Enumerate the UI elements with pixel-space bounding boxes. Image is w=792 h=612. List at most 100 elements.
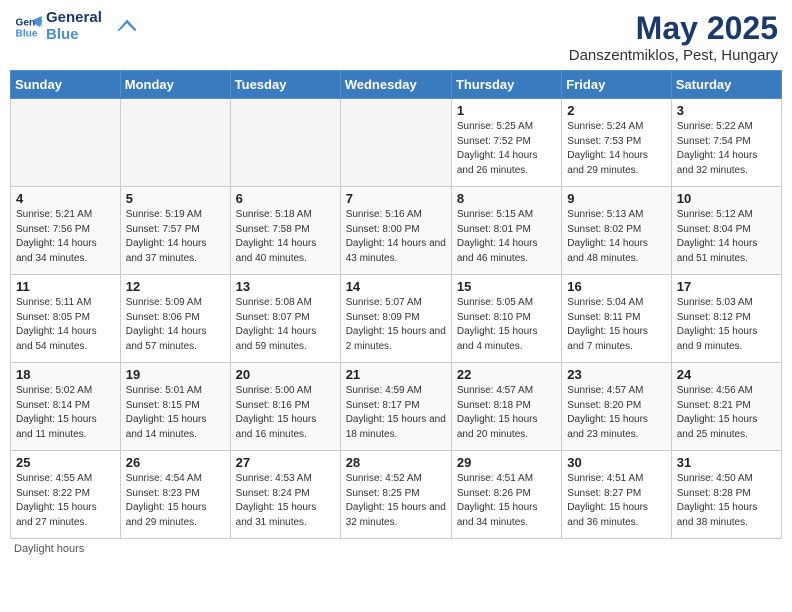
day-info: Sunrise: 5:25 AMSunset: 7:52 PMDaylight:… (457, 120, 556, 178)
calendar-cell (340, 99, 451, 187)
day-info: Sunrise: 5:00 AMSunset: 8:16 PMDaylight:… (236, 384, 335, 442)
day-number: 28 (346, 455, 446, 470)
calendar-cell: 20 Sunrise: 5:00 AMSunset: 8:16 PMDayligh… (230, 363, 340, 451)
logo: General Blue General Blue (14, 10, 136, 43)
day-info: Sunrise: 5:03 AMSunset: 8:12 PMDaylight:… (677, 296, 776, 354)
day-header-tuesday: Tuesday (230, 71, 340, 99)
day-number: 22 (457, 367, 556, 382)
day-number: 20 (236, 367, 335, 382)
day-info: Sunrise: 5:05 AMSunset: 8:10 PMDaylight:… (457, 296, 556, 354)
logo-icon: General Blue (14, 13, 42, 41)
calendar-cell: 4 Sunrise: 5:21 AMSunset: 7:56 PMDaylight… (11, 187, 121, 275)
day-info: Sunrise: 5:04 AMSunset: 8:11 PMDaylight:… (567, 296, 665, 354)
calendar-table: SundayMondayTuesdayWednesdayThursdayFrid… (10, 70, 782, 539)
calendar-cell: 11 Sunrise: 5:11 AMSunset: 8:05 PMDayligh… (11, 275, 121, 363)
day-info: Sunrise: 4:57 AMSunset: 8:18 PMDaylight:… (457, 384, 556, 442)
day-info: Sunrise: 5:19 AMSunset: 7:57 PMDaylight:… (126, 208, 225, 266)
day-info: Sunrise: 4:56 AMSunset: 8:21 PMDaylight:… (677, 384, 776, 442)
week-row-1: 1 Sunrise: 5:25 AMSunset: 7:52 PMDaylight… (11, 99, 782, 187)
week-row-4: 18 Sunrise: 5:02 AMSunset: 8:14 PMDayligh… (11, 363, 782, 451)
calendar-cell: 24 Sunrise: 4:56 AMSunset: 8:21 PMDayligh… (671, 363, 781, 451)
day-info: Sunrise: 5:11 AMSunset: 8:05 PMDaylight:… (16, 296, 115, 354)
calendar-cell: 18 Sunrise: 5:02 AMSunset: 8:14 PMDayligh… (11, 363, 121, 451)
calendar-cell: 6 Sunrise: 5:18 AMSunset: 7:58 PMDaylight… (230, 187, 340, 275)
day-number: 4 (16, 191, 115, 206)
day-number: 18 (16, 367, 115, 382)
day-number: 21 (346, 367, 446, 382)
calendar-cell: 17 Sunrise: 5:03 AMSunset: 8:12 PMDayligh… (671, 275, 781, 363)
calendar-cell: 8 Sunrise: 5:15 AMSunset: 8:01 PMDaylight… (451, 187, 561, 275)
day-info: Sunrise: 4:54 AMSunset: 8:23 PMDaylight:… (126, 472, 225, 530)
day-info: Sunrise: 4:57 AMSunset: 8:20 PMDaylight:… (567, 384, 665, 442)
day-info: Sunrise: 4:51 AMSunset: 8:26 PMDaylight:… (457, 472, 556, 530)
day-number: 26 (126, 455, 225, 470)
day-number: 12 (126, 279, 225, 294)
week-row-5: 25 Sunrise: 4:55 AMSunset: 8:22 PMDayligh… (11, 451, 782, 539)
title-block: May 2025 Danszentmiklos, Pest, Hungary (569, 10, 778, 64)
logo-wave-icon (106, 15, 136, 39)
day-number: 31 (677, 455, 776, 470)
days-header-row: SundayMondayTuesdayWednesdayThursdayFrid… (11, 71, 782, 99)
calendar-cell: 2 Sunrise: 5:24 AMSunset: 7:53 PMDaylight… (562, 99, 671, 187)
day-info: Sunrise: 5:15 AMSunset: 8:01 PMDaylight:… (457, 208, 556, 266)
day-info: Sunrise: 5:21 AMSunset: 7:56 PMDaylight:… (16, 208, 115, 266)
day-number: 29 (457, 455, 556, 470)
day-header-wednesday: Wednesday (340, 71, 451, 99)
calendar-cell (230, 99, 340, 187)
calendar-cell (11, 99, 121, 187)
calendar-cell: 27Sunrise: 4:53 AMSunset: 8:24 PMDayligh… (230, 451, 340, 539)
day-number: 11 (16, 279, 115, 294)
day-info: Sunrise: 4:55 AMSunset: 8:22 PMDaylight:… (16, 472, 115, 530)
day-number: 13 (236, 279, 335, 294)
location: Danszentmiklos, Pest, Hungary (569, 47, 778, 64)
calendar-cell: 14Sunrise: 5:07 AMSunset: 8:09 PMDayligh… (340, 275, 451, 363)
footer-note: Daylight hours (10, 543, 782, 555)
day-number: 30 (567, 455, 665, 470)
calendar-cell: 12Sunrise: 5:09 AMSunset: 8:06 PMDayligh… (120, 275, 230, 363)
calendar-cell: 1 Sunrise: 5:25 AMSunset: 7:52 PMDaylight… (451, 99, 561, 187)
day-header-sunday: Sunday (11, 71, 121, 99)
day-info: Sunrise: 5:18 AMSunset: 7:58 PMDaylight:… (236, 208, 335, 266)
day-number: 24 (677, 367, 776, 382)
day-number: 27 (236, 455, 335, 470)
calendar-cell: 19Sunrise: 5:01 AMSunset: 8:15 PMDayligh… (120, 363, 230, 451)
daylight-label: Daylight hours (14, 543, 84, 555)
calendar-cell: 3Sunrise: 5:22 AMSunset: 7:54 PMDaylight… (671, 99, 781, 187)
calendar-cell: 23 Sunrise: 4:57 AMSunset: 8:20 PMDayligh… (562, 363, 671, 451)
day-number: 17 (677, 279, 776, 294)
day-number: 1 (457, 103, 556, 118)
day-info: Sunrise: 5:16 AMSunset: 8:00 PMDaylight:… (346, 208, 446, 266)
calendar-cell: 5Sunrise: 5:19 AMSunset: 7:57 PMDaylight… (120, 187, 230, 275)
calendar-cell: 21Sunrise: 4:59 AMSunset: 8:17 PMDayligh… (340, 363, 451, 451)
day-number: 23 (567, 367, 665, 382)
day-number: 7 (346, 191, 446, 206)
calendar-cell: 16 Sunrise: 5:04 AMSunset: 8:11 PMDayligh… (562, 275, 671, 363)
calendar-cell: 7 Sunrise: 5:16 AMSunset: 8:00 PMDaylight… (340, 187, 451, 275)
logo-blue: Blue (46, 27, 102, 44)
calendar-cell: 28 Sunrise: 4:52 AMSunset: 8:25 PMDayligh… (340, 451, 451, 539)
day-number: 2 (567, 103, 665, 118)
calendar-cell: 29 Sunrise: 4:51 AMSunset: 8:26 PMDayligh… (451, 451, 561, 539)
day-number: 6 (236, 191, 335, 206)
month-title: May 2025 (569, 10, 778, 47)
calendar-cell: 22 Sunrise: 4:57 AMSunset: 8:18 PMDayligh… (451, 363, 561, 451)
day-header-saturday: Saturday (671, 71, 781, 99)
day-info: Sunrise: 5:12 AMSunset: 8:04 PMDaylight:… (677, 208, 776, 266)
day-info: Sunrise: 4:51 AMSunset: 8:27 PMDaylight:… (567, 472, 665, 530)
day-number: 25 (16, 455, 115, 470)
day-number: 15 (457, 279, 556, 294)
day-info: Sunrise: 5:13 AMSunset: 8:02 PMDaylight:… (567, 208, 665, 266)
calendar-cell: 30 Sunrise: 4:51 AMSunset: 8:27 PMDayligh… (562, 451, 671, 539)
day-number: 8 (457, 191, 556, 206)
calendar-cell: 26 Sunrise: 4:54 AMSunset: 8:23 PMDayligh… (120, 451, 230, 539)
day-info: Sunrise: 5:22 AMSunset: 7:54 PMDaylight:… (677, 120, 776, 178)
day-info: Sunrise: 5:24 AMSunset: 7:53 PMDaylight:… (567, 120, 665, 178)
day-info: Sunrise: 5:02 AMSunset: 8:14 PMDaylight:… (16, 384, 115, 442)
day-number: 9 (567, 191, 665, 206)
calendar-cell: 13Sunrise: 5:08 AMSunset: 8:07 PMDayligh… (230, 275, 340, 363)
day-header-thursday: Thursday (451, 71, 561, 99)
day-info: Sunrise: 4:52 AMSunset: 8:25 PMDaylight:… (346, 472, 446, 530)
day-number: 16 (567, 279, 665, 294)
day-info: Sunrise: 4:50 AMSunset: 8:28 PMDaylight:… (677, 472, 776, 530)
calendar-cell (120, 99, 230, 187)
